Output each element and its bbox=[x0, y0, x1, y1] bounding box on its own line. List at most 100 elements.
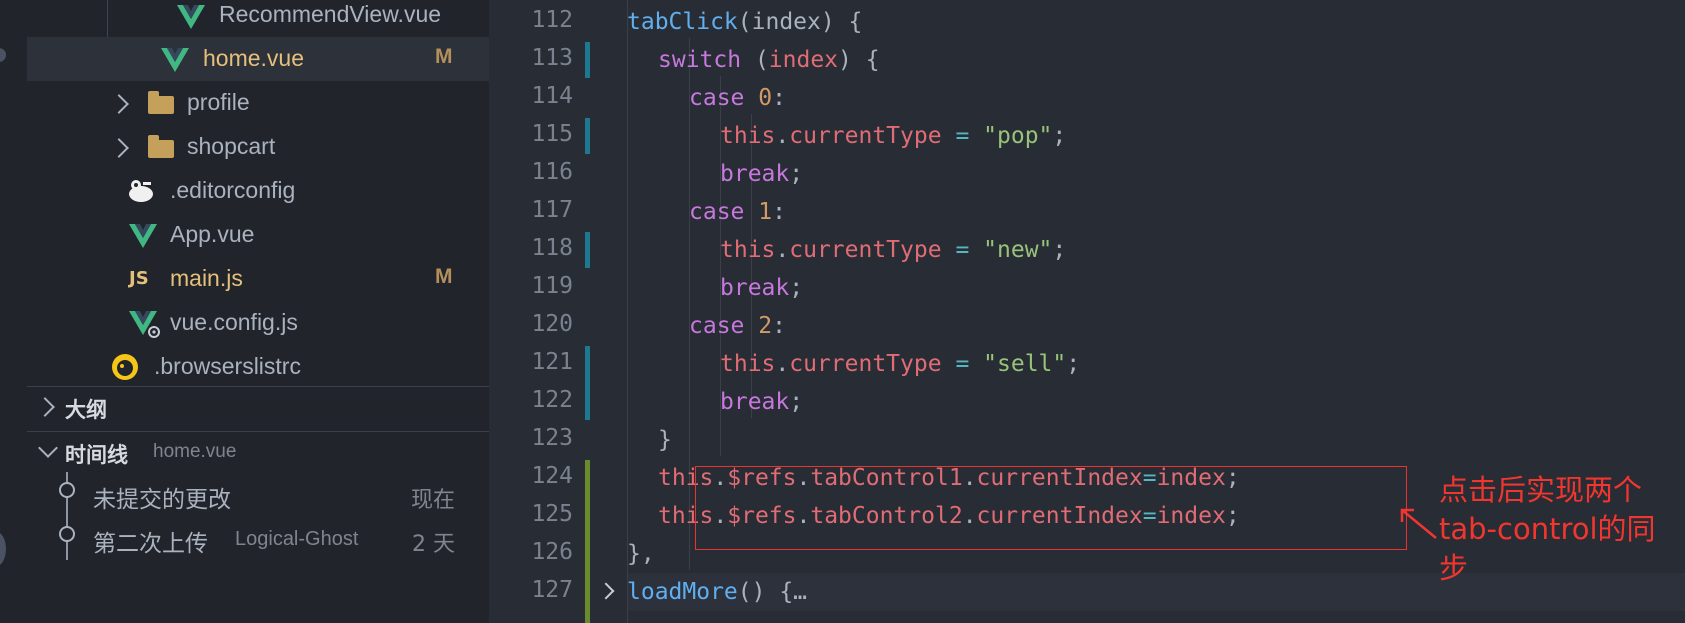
activity-bar-icon[interactable] bbox=[0, 48, 6, 62]
vue-icon bbox=[177, 5, 205, 29]
timeline-item[interactable]: 第二次上传 Logical-Ghost 2 天 bbox=[27, 516, 489, 560]
code-token: case bbox=[689, 313, 745, 339]
code-token: = bbox=[955, 123, 970, 149]
timeline-item-label: 未提交的更改 bbox=[93, 487, 231, 513]
code-token: 2 bbox=[758, 313, 773, 339]
code-token: currentType bbox=[789, 237, 942, 263]
code-line[interactable]: break; bbox=[720, 155, 803, 193]
file-label: vue.config.js bbox=[170, 309, 298, 335]
timeline-file: home.vue bbox=[153, 441, 237, 462]
code-line[interactable]: case 1: bbox=[689, 193, 786, 231]
code-token: tabClick bbox=[627, 9, 738, 35]
folder-shopcart[interactable]: shopcart bbox=[27, 125, 489, 169]
code-token: ; bbox=[1052, 123, 1067, 149]
code-token: ; bbox=[789, 389, 804, 415]
timeline-item-time: 2 天 bbox=[412, 532, 455, 557]
file-recommendview[interactable]: RecommendView.vue bbox=[27, 0, 489, 37]
annotation-highlight-box bbox=[695, 466, 1407, 550]
file-editorconfig[interactable]: .editorconfig bbox=[27, 169, 489, 213]
code-token: }, bbox=[627, 541, 655, 567]
code-token: this bbox=[720, 237, 776, 263]
code-token: : bbox=[772, 199, 786, 225]
outline-title: 大纲 bbox=[65, 398, 107, 422]
code-token: ; bbox=[789, 275, 804, 301]
line-number: 121 bbox=[531, 349, 573, 375]
line-number: 127 bbox=[531, 577, 573, 603]
code-line[interactable]: loadMore() {… bbox=[627, 573, 807, 611]
timeline-section-header[interactable]: 时间线 home.vue bbox=[27, 431, 489, 470]
editorconfig-icon bbox=[129, 180, 153, 202]
timeline-title: 时间线 bbox=[65, 443, 128, 467]
timeline-item[interactable]: 未提交的更改 现在 bbox=[27, 472, 489, 516]
line-number: 126 bbox=[531, 539, 573, 565]
code-line[interactable]: break; bbox=[720, 383, 803, 421]
timeline-item-author: Logical-Ghost bbox=[235, 528, 359, 550]
explorer-sidebar: RecommendView.vue home.vue M profile sho… bbox=[27, 0, 489, 623]
code-token: "new" bbox=[983, 237, 1053, 263]
file-label: .editorconfig bbox=[170, 177, 296, 203]
line-number: 117 bbox=[531, 197, 573, 223]
commit-node-icon bbox=[59, 526, 75, 542]
git-added-marker[interactable] bbox=[585, 460, 590, 623]
vue-icon bbox=[129, 224, 157, 248]
code-line[interactable]: this.currentType = "new"; bbox=[720, 231, 1066, 269]
code-token: () { bbox=[737, 579, 794, 605]
git-modified-marker[interactable] bbox=[585, 42, 590, 78]
code-token: = bbox=[955, 237, 970, 263]
code-token: "pop" bbox=[983, 123, 1053, 149]
folder-label: shopcart bbox=[187, 133, 276, 159]
line-number: 115 bbox=[531, 121, 573, 147]
line-number: 113 bbox=[531, 45, 573, 71]
activity-bar bbox=[0, 0, 27, 623]
code-token: index bbox=[768, 47, 839, 73]
modified-badge: M bbox=[435, 265, 453, 288]
line-number: 120 bbox=[531, 311, 573, 337]
code-line[interactable]: break; bbox=[720, 269, 803, 307]
code-line[interactable]: this.currentType = "pop"; bbox=[720, 117, 1066, 155]
folder-profile[interactable]: profile bbox=[27, 81, 489, 125]
chevron-right-icon bbox=[35, 397, 55, 417]
js-icon: JS bbox=[129, 268, 149, 289]
file-main-js[interactable]: JS main.js M bbox=[27, 257, 489, 301]
vue-config-icon bbox=[129, 311, 160, 338]
commit-node-icon bbox=[59, 482, 75, 498]
code-token: this bbox=[720, 351, 776, 377]
code-token: ( bbox=[741, 47, 769, 73]
git-modified-marker[interactable] bbox=[585, 118, 590, 154]
code-line[interactable]: } bbox=[658, 421, 672, 459]
code-line[interactable]: case 2: bbox=[689, 307, 786, 345]
code-token: 0 bbox=[758, 85, 773, 111]
code-token: = bbox=[955, 351, 970, 377]
account-icon[interactable] bbox=[0, 531, 6, 567]
file-label: .browserslistrc bbox=[154, 353, 301, 379]
file-browserslistrc[interactable]: .browserslistrc bbox=[27, 345, 489, 389]
code-line[interactable]: switch (index) { bbox=[658, 41, 880, 79]
git-modified-marker[interactable] bbox=[585, 346, 590, 420]
chevron-right-icon bbox=[109, 94, 129, 114]
code-line[interactable]: case 0: bbox=[689, 79, 786, 117]
modified-badge: M bbox=[435, 45, 453, 68]
fold-chevron-icon[interactable] bbox=[597, 582, 615, 600]
code-token: (index) { bbox=[737, 9, 863, 35]
code-line[interactable]: tabClick(index) { bbox=[627, 3, 862, 41]
file-label: RecommendView.vue bbox=[219, 1, 442, 27]
line-number: 114 bbox=[531, 83, 573, 109]
outline-section-header[interactable]: 大纲 bbox=[27, 386, 489, 425]
code-line[interactable]: this.currentType = "sell"; bbox=[720, 345, 1080, 383]
timeline-item-label: 第二次上传 bbox=[93, 531, 208, 557]
line-number: 123 bbox=[531, 425, 573, 451]
git-modified-marker[interactable] bbox=[585, 232, 590, 268]
file-app-vue[interactable]: App.vue bbox=[27, 213, 489, 257]
code-token: this bbox=[720, 123, 776, 149]
code-token: switch bbox=[658, 47, 742, 73]
code-token: currentType bbox=[789, 351, 942, 377]
code-line[interactable]: }, bbox=[627, 535, 655, 573]
line-number: 119 bbox=[531, 273, 573, 299]
file-vue-config[interactable]: vue.config.js bbox=[27, 301, 489, 345]
folder-icon bbox=[148, 91, 174, 114]
file-home-vue[interactable]: home.vue M bbox=[27, 37, 489, 81]
